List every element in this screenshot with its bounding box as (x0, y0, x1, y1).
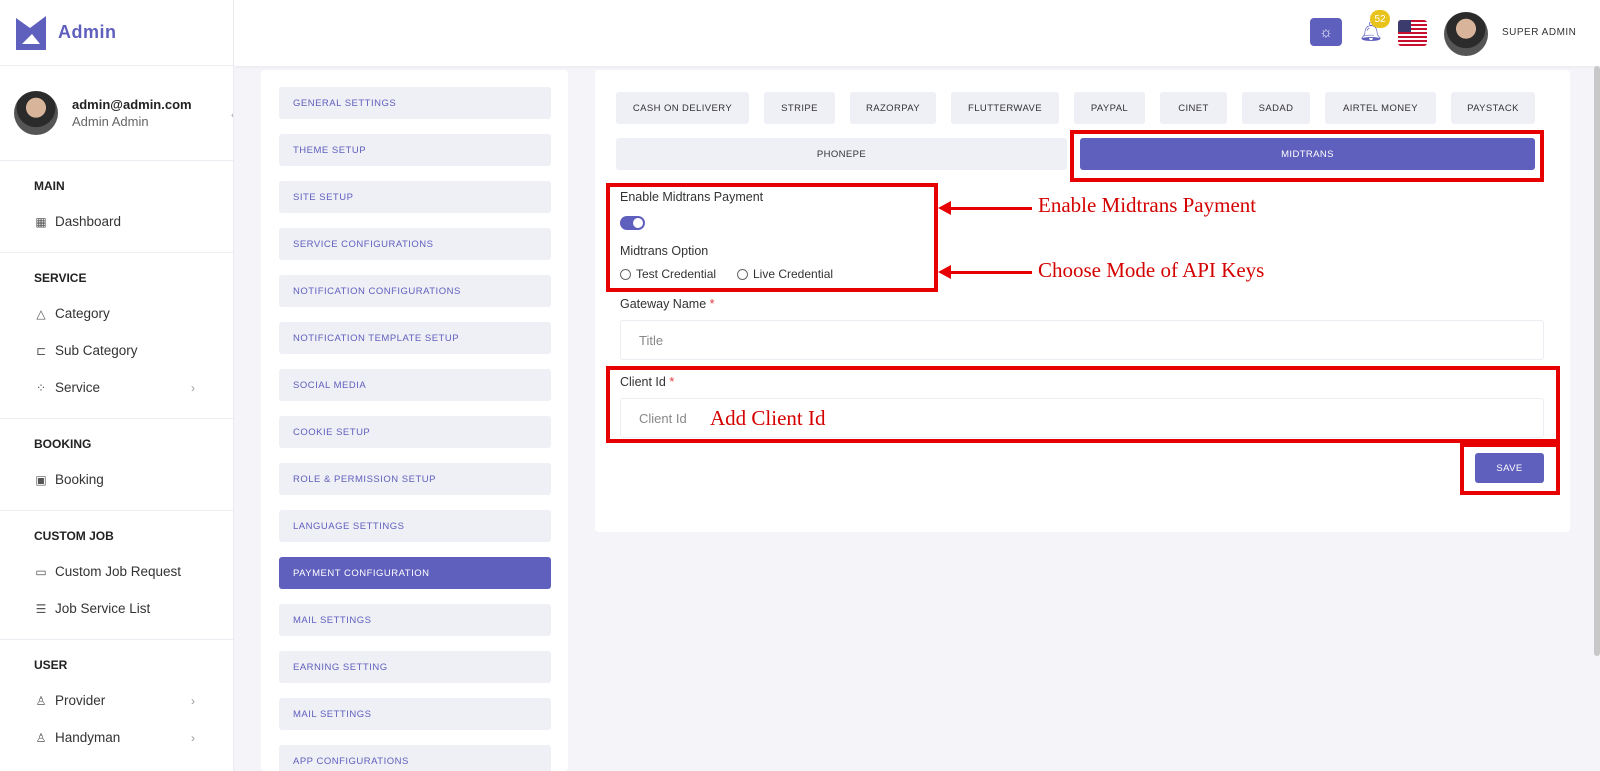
top-header (234, 0, 1600, 66)
user-icon: ♙ (35, 693, 47, 708)
sidebar: Admin admin@admin.com Admin Admin ‹ MAIN… (0, 0, 234, 771)
settings-item[interactable]: EARNING SETTING (279, 651, 551, 683)
sidebar-item-sub-category[interactable]: ⊏ Sub Category (0, 332, 233, 369)
annotation-box-midtrans-tab (1070, 130, 1544, 182)
annotation-box-enable-options (606, 183, 938, 292)
tab-stripe[interactable]: STRIPE (764, 92, 835, 124)
settings-item[interactable]: NOTIFICATION TEMPLATE SETUP (279, 322, 551, 354)
settings-item[interactable]: THEME SETUP (279, 134, 551, 166)
nav-group-custom-job: CUSTOM JOB ▭ Custom Job Request ☰ Job Se… (0, 511, 233, 640)
tab-paystack[interactable]: PAYSTACK (1451, 92, 1535, 124)
shapes-icon: △ (36, 306, 46, 321)
sidebar-item-handyman[interactable]: ♙ Handyman › (0, 719, 233, 756)
sidebar-item-job-service-list[interactable]: ☰ Job Service List (0, 590, 233, 627)
settings-item[interactable]: MAIL SETTINGS (279, 698, 551, 730)
tab-razorpay[interactable]: RAZORPAY (850, 92, 936, 124)
annotation-box-client-id (606, 366, 1560, 443)
sidebar-item-label: Dashboard (55, 214, 122, 229)
chevron-right-icon: › (191, 730, 195, 745)
annotation-text-enable: Enable Midtrans Payment (1038, 193, 1257, 217)
user-icon: ♙ (35, 730, 47, 745)
tab-flutterwave[interactable]: FLUTTERWAVE (951, 92, 1059, 124)
settings-item[interactable]: GENERAL SETTINGS (279, 87, 551, 119)
sidebar-item-dashboard[interactable]: ▦ Dashboard (0, 203, 233, 240)
tab-sadad[interactable]: SADAD (1242, 92, 1310, 124)
sidebar-item-label: Sub Category (55, 343, 138, 358)
nav-group-booking: BOOKING ▣ Booking (0, 419, 233, 511)
header-user-role[interactable]: SUPER ADMIN (1502, 27, 1576, 38)
header-avatar[interactable] (1444, 12, 1488, 56)
brand[interactable]: Admin (0, 0, 233, 65)
page-scrollbar[interactable] (1594, 66, 1600, 656)
sidebar-item-provider[interactable]: ♙ Provider › (0, 682, 233, 719)
sidebar-item-label: Custom Job Request (55, 564, 182, 579)
profile-email: admin@admin.com (72, 97, 192, 112)
list-icon: ☰ (35, 601, 47, 616)
tab-phonepe[interactable]: PHONEPE (616, 138, 1067, 170)
tab-cinet[interactable]: CINET (1160, 92, 1227, 124)
sidebar-item-label: Handyman (55, 730, 121, 745)
sitemap-icon: ⊏ (35, 343, 47, 358)
apps-icon: ⁘ (35, 380, 47, 395)
settings-item[interactable]: COOKIE SETUP (279, 416, 551, 448)
annotation-text-client: Add Client Id (710, 406, 826, 430)
sidebar-item-label: Job Service List (55, 601, 151, 616)
avatar[interactable] (14, 91, 58, 135)
tab-paypal[interactable]: PAYPAL (1074, 92, 1145, 124)
required-mark: * (709, 297, 715, 311)
sidebar-item-label: Category (55, 306, 110, 321)
settings-menu: GENERAL SETTINGS THEME SETUP SITE SETUP … (261, 70, 568, 771)
settings-item[interactable]: ROLE & PERMISSION SETUP (279, 463, 551, 495)
settings-item[interactable]: SITE SETUP (279, 181, 551, 213)
grid-icon: ▦ (35, 214, 47, 229)
sidebar-item-label: Service (55, 380, 101, 395)
settings-item-active[interactable]: PAYMENT CONFIGURATION (279, 557, 551, 589)
profile-name: Admin Admin (72, 114, 149, 129)
collapse-sidebar-button[interactable]: ‹ (221, 102, 233, 126)
profile-card: admin@admin.com Admin Admin ‹ (0, 65, 233, 161)
settings-item[interactable]: MAIL SETTINGS (279, 604, 551, 636)
brand-name: Admin (58, 22, 117, 42)
settings-item[interactable]: SERVICE CONFIGURATIONS (279, 228, 551, 260)
annotation-text-mode: Choose Mode of API Keys (1038, 258, 1265, 282)
sidebar-item-booking[interactable]: ▣ Booking (0, 461, 233, 498)
nav-group-service: SERVICE △ Category ⊏ Sub Category ⁘ Serv… (0, 253, 233, 419)
nav-group-title: MAIN (34, 179, 65, 193)
language-flag-icon[interactable] (1398, 20, 1427, 46)
nav-group-main: MAIN ▦ Dashboard (0, 161, 233, 253)
sun-icon: ☼ (1319, 23, 1333, 41)
notification-badge: 52 (1370, 10, 1390, 28)
nav-group-title: USER (34, 658, 68, 672)
theme-toggle-button[interactable]: ☼ (1310, 18, 1342, 46)
annotation-arrow-enable (938, 201, 1032, 215)
chevron-right-icon: › (191, 380, 195, 395)
annotation-arrow-mode (938, 265, 1032, 279)
sidebar-item-service[interactable]: ⁘ Service › (0, 369, 233, 406)
nav-group-title: SERVICE (34, 271, 87, 285)
nav-group-title: BOOKING (34, 437, 92, 451)
gateway-name-input[interactable]: Title (620, 320, 1544, 360)
chevron-right-icon: › (191, 693, 195, 708)
gateway-name-label-text: Gateway Name (620, 297, 707, 311)
briefcase-icon: ▭ (35, 564, 47, 579)
sidebar-item-category[interactable]: △ Category (0, 295, 233, 332)
tab-airtel-money[interactable]: AIRTEL MONEY (1325, 92, 1436, 124)
settings-item[interactable]: LANGUAGE SETTINGS (279, 510, 551, 542)
nav-group-title: CUSTOM JOB (34, 529, 114, 543)
gateway-name-label: Gateway Name * (620, 297, 715, 311)
tab-cash-on-delivery[interactable]: CASH ON DELIVERY (616, 92, 749, 124)
settings-item[interactable]: APP CONFIGURATIONS (279, 745, 551, 771)
settings-item[interactable]: NOTIFICATION CONFIGURATIONS (279, 275, 551, 307)
nav-group-user: USER ♙ Provider › ♙ Handyman › (0, 640, 233, 768)
annotation-box-save (1460, 443, 1560, 495)
sidebar-item-custom-job-request[interactable]: ▭ Custom Job Request (0, 553, 233, 590)
calendar-icon: ▣ (35, 472, 47, 487)
settings-item[interactable]: SOCIAL MEDIA (279, 369, 551, 401)
sidebar-item-label: Provider (55, 693, 106, 708)
sidebar-item-label: Booking (55, 472, 104, 487)
logo-icon (16, 15, 46, 50)
